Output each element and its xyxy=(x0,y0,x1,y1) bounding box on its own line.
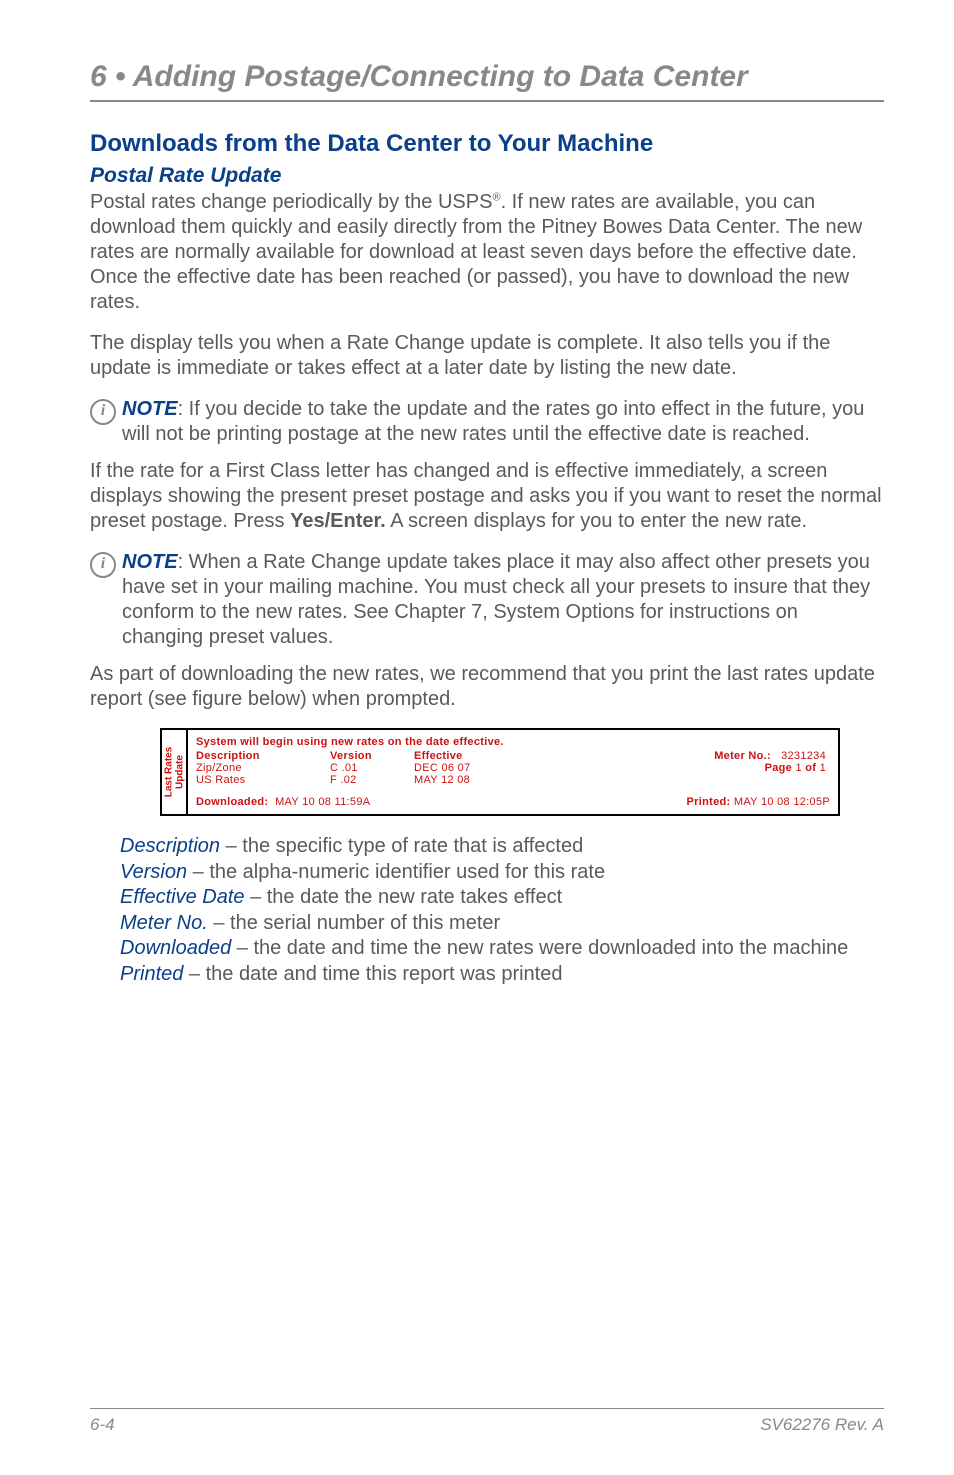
cell-desc: Zip/Zone xyxy=(196,762,330,774)
note-2: i NOTE: When a Rate Change update takes … xyxy=(90,550,884,650)
paragraph-1: Postal rates change periodically by the … xyxy=(90,190,884,315)
paragraph-2: The display tells you when a Rate Change… xyxy=(90,331,884,381)
cell-eff: MAY 12 08 xyxy=(414,774,538,786)
legend-term: Version xyxy=(120,861,187,883)
report-row: US Rates F .02 MAY 12 08 xyxy=(196,774,830,786)
report-sidebar: Last Rates Update xyxy=(162,730,188,814)
note2-ital: Chapter 7, System Options xyxy=(394,601,634,623)
report-footer: Downloaded: MAY 10 08 11:59A Printed: MA… xyxy=(196,796,830,808)
subsection-title: Postal Rate Update xyxy=(90,164,884,188)
note-label: NOTE xyxy=(122,398,178,420)
legend-effective: Effective Date – the date the new rate t… xyxy=(120,885,884,911)
legend-term: Downloaded xyxy=(120,937,231,959)
para1-a: Postal rates change periodically by the … xyxy=(90,191,492,213)
chapter-heading: 6 • Adding Postage/Connecting to Data Ce… xyxy=(90,60,884,94)
legend-text: – the specific type of rate that is affe… xyxy=(220,835,583,857)
legend-text: – the date and time this report was prin… xyxy=(183,963,562,985)
downloaded-label: Downloaded: xyxy=(196,796,268,808)
note-1-text: NOTE: If you decide to take the update a… xyxy=(122,397,884,447)
legend-version: Version – the alpha-numeric identifier u… xyxy=(120,860,884,886)
hdr-description: Description xyxy=(196,750,330,762)
downloaded-value: MAY 10 08 11:59A xyxy=(275,796,370,808)
hdr-meter: Meter No.: 3231234 xyxy=(538,750,830,762)
info-icon: i xyxy=(90,399,116,425)
note-1: i NOTE: If you decide to take the update… xyxy=(90,397,884,447)
paragraph-4: As part of downloading the new rates, we… xyxy=(90,662,884,712)
section-title: Downloads from the Data Center to Your M… xyxy=(90,130,884,158)
report-row: Zip/Zone C .01 DEC 06 07 Page 1 of 1 xyxy=(196,762,830,774)
cell-ver: F .02 xyxy=(330,774,414,786)
sidebar-line2: Update xyxy=(174,747,185,798)
page-label: Page xyxy=(765,762,793,774)
footer-page-number: 6-4 xyxy=(90,1415,115,1435)
legend-description: Description – the specific type of rate … xyxy=(120,834,884,860)
legend: Description – the specific type of rate … xyxy=(120,834,884,988)
legend-printed: Printed – the date and time this report … xyxy=(120,962,884,988)
legend-term: Effective Date xyxy=(120,886,245,908)
meter-label: Meter No.: xyxy=(714,750,771,762)
legend-downloaded: Downloaded – the date and time the new r… xyxy=(120,936,884,962)
printed-label: Printed: xyxy=(687,796,731,808)
hdr-version: Version xyxy=(330,750,414,762)
chapter-title: Adding Postage/Connecting to Data Center xyxy=(133,60,748,93)
para3-b: A screen displays for you to enter the n… xyxy=(386,510,807,532)
printed-value: MAY 10 08 12:05P xyxy=(734,796,830,808)
legend-term: Printed xyxy=(120,963,183,985)
legend-text: – the date and time the new rates were d… xyxy=(231,937,848,959)
bullet: • xyxy=(115,60,133,93)
legend-text: – the date the new rate takes effect xyxy=(245,886,563,908)
heading-rule xyxy=(90,100,884,102)
note-label: NOTE xyxy=(122,551,178,573)
report-figure: Last Rates Update System will begin usin… xyxy=(160,728,840,816)
cell-ver: C .01 xyxy=(330,762,414,774)
page-of: of xyxy=(805,762,816,774)
legend-term: Meter No. xyxy=(120,912,208,934)
report-header-row: Description Version Effective Meter No.:… xyxy=(196,750,830,762)
reg-mark: ® xyxy=(492,191,500,203)
page-a: 1 xyxy=(795,762,801,774)
cell-desc: US Rates xyxy=(196,774,330,786)
legend-term: Description xyxy=(120,835,220,857)
report-title: System will begin using new rates on the… xyxy=(196,736,830,748)
meter-no: 3231234 xyxy=(781,750,826,762)
cell-eff: DEC 06 07 xyxy=(414,762,538,774)
paragraph-3: If the rate for a First Class letter has… xyxy=(90,459,884,534)
page-footer: 6-4 SV62276 Rev. A xyxy=(90,1408,884,1436)
footer-rule xyxy=(90,1408,884,1410)
legend-meter: Meter No. – the serial number of this me… xyxy=(120,911,884,937)
page-info: Page 1 of 1 xyxy=(538,762,830,774)
info-icon: i xyxy=(90,552,116,578)
chapter-number: 6 xyxy=(90,60,107,93)
note-1-body: : If you decide to take the update and t… xyxy=(122,398,864,445)
note-2-text: NOTE: When a Rate Change update takes pl… xyxy=(122,550,884,650)
page-b: 1 xyxy=(820,762,826,774)
legend-text: – the alpha-numeric identifier used for … xyxy=(187,861,605,883)
sidebar-line1: Last Rates xyxy=(163,747,174,798)
legend-text: – the serial number of this meter xyxy=(208,912,500,934)
para3-bold: Yes/Enter. xyxy=(290,510,386,532)
footer-doc-id: SV62276 Rev. A xyxy=(760,1415,884,1435)
hdr-effective: Effective xyxy=(414,750,538,762)
